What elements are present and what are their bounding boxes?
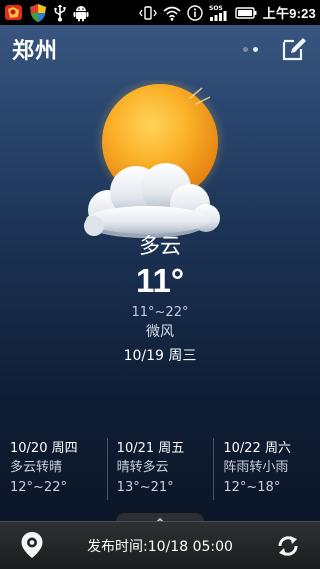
weather-screen: SOS 上午9:23 郑州 多云 11° 11°~22° 微风 10/19 周三… xyxy=(0,0,320,569)
usb-icon xyxy=(53,4,67,22)
current-weather: 多云 11° 11°~22° 微风 10/19 周三 xyxy=(0,232,320,366)
forecast-date: 10/22 周六 xyxy=(223,441,291,456)
page-indicator xyxy=(243,46,258,52)
forecast-condition: 晴转多云 xyxy=(116,460,169,475)
page-dot xyxy=(243,46,248,52)
edit-icon[interactable] xyxy=(280,35,308,63)
forecast-day[interactable]: 10/21 周五 晴转多云 13°~21° xyxy=(106,436,214,504)
current-condition: 多云 xyxy=(139,234,181,258)
forecast-list: 10/20 周四 多云转晴 12°~22° 10/21 周五 晴转多云 13°~… xyxy=(0,436,320,504)
wifi-icon xyxy=(163,5,181,21)
header: 郑州 xyxy=(0,25,320,73)
refresh-icon[interactable] xyxy=(266,524,310,568)
forecast-date: 10/20 周四 xyxy=(10,441,78,456)
forecast-date: 10/21 周五 xyxy=(116,441,185,456)
android-debug-icon xyxy=(73,4,89,22)
svg-text:SOS: SOS xyxy=(209,5,223,12)
forecast-condition: 多云转晴 xyxy=(10,460,63,475)
forecast-day[interactable]: 10/22 周六 阵雨转小雨 12°~18° xyxy=(213,436,320,504)
info-icon xyxy=(187,4,203,21)
vibrate-icon xyxy=(138,5,157,21)
forecast-range: 12°~18° xyxy=(223,480,281,495)
publish-time: 发布时间:10/18 05:00 xyxy=(87,538,233,555)
bottom-bar: 发布时间:10/18 05:00 xyxy=(0,521,320,569)
status-bar: SOS 上午9:23 xyxy=(0,0,320,25)
temperature-range: 11°~22° xyxy=(131,305,189,320)
sun-behind-cloud-icon xyxy=(78,76,238,250)
forecast-range: 12°~22° xyxy=(10,480,67,495)
page-dot-active xyxy=(253,46,258,52)
clock: 上午9:23 xyxy=(262,6,316,21)
battery-icon xyxy=(235,6,257,20)
shield-icon[interactable] xyxy=(29,3,47,23)
current-date: 10/19 周三 xyxy=(123,348,197,364)
city-name[interactable]: 郑州 xyxy=(12,33,58,65)
forecast-range: 13°~21° xyxy=(116,480,174,495)
current-temperature: 11° xyxy=(135,262,185,299)
app-notification-icon[interactable] xyxy=(4,3,23,22)
wind-level: 微风 xyxy=(146,324,174,340)
forecast-day[interactable]: 10/20 周四 多云转晴 12°~22° xyxy=(0,436,107,504)
sos-signal-icon: SOS xyxy=(209,4,229,22)
location-pin-icon[interactable] xyxy=(10,524,54,568)
forecast-condition: 阵雨转小雨 xyxy=(223,460,289,475)
